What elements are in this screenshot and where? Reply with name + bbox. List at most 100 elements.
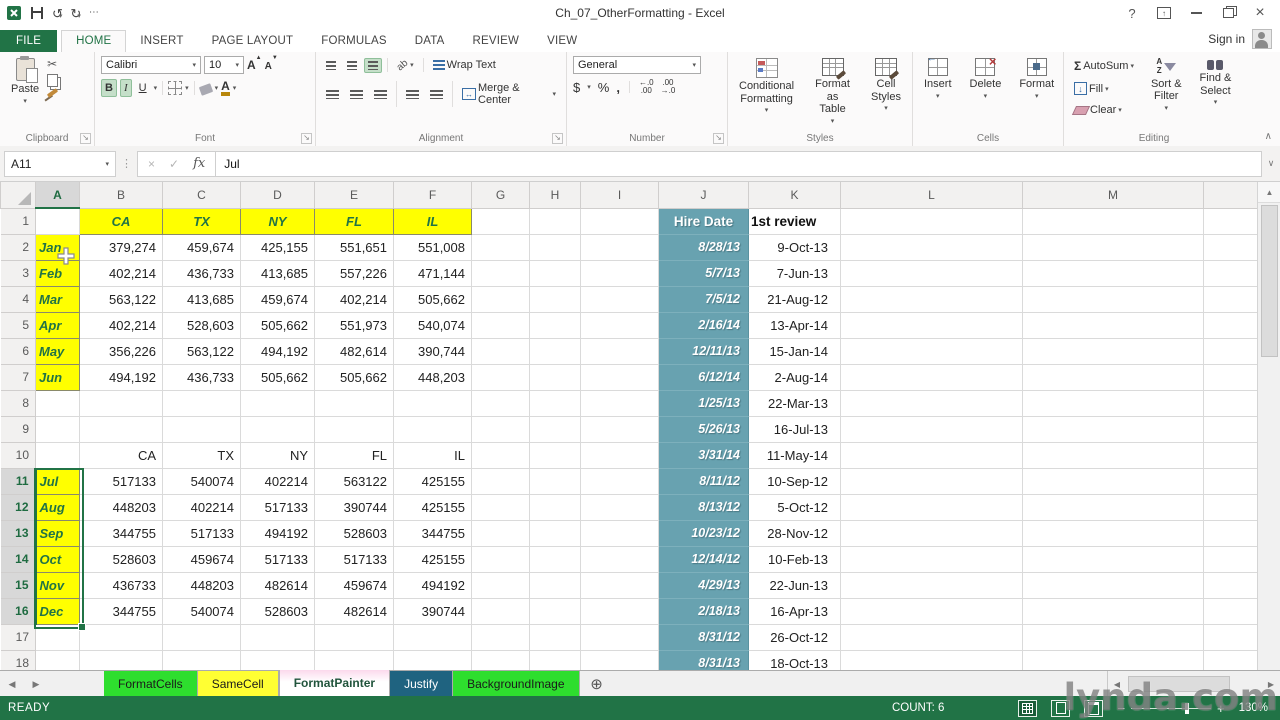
underline-dropdown-icon[interactable]: ▾ [154, 84, 158, 92]
cell-N17[interactable] [1204, 624, 1258, 650]
row-header-14[interactable]: 14 [1, 546, 36, 572]
clear-button[interactable]: Clear▾ [1070, 101, 1138, 119]
scroll-up-icon[interactable]: ▲ [1258, 182, 1280, 203]
cell-M4[interactable] [1023, 286, 1204, 312]
cell-C17[interactable] [163, 624, 241, 650]
cell-D13[interactable]: 494192 [241, 520, 315, 546]
bold-button[interactable]: B [101, 79, 117, 97]
cell-C5[interactable]: 528,603 [163, 312, 241, 338]
cell-L13[interactable] [841, 520, 1023, 546]
cell-I15[interactable] [581, 572, 659, 598]
cell-H10[interactable] [530, 442, 581, 468]
collapse-ribbon-icon[interactable]: ∧ [1265, 131, 1272, 142]
conditional-formatting-button[interactable]: Conditional Formatting▾ [734, 56, 799, 117]
cell-F11[interactable]: 425155 [394, 468, 472, 494]
cell-F12[interactable]: 425155 [394, 494, 472, 520]
cell-G3[interactable] [472, 260, 530, 286]
ribbon-display-options-icon[interactable]: ↑ [1150, 3, 1178, 23]
cell-H17[interactable] [530, 624, 581, 650]
cell-I5[interactable] [581, 312, 659, 338]
cell-C18[interactable] [163, 650, 241, 670]
top-align-button[interactable] [322, 58, 340, 73]
increase-indent-button[interactable] [426, 87, 447, 102]
cell-N4[interactable] [1204, 286, 1258, 312]
cell-K13[interactable]: 28-Nov-12 [749, 520, 841, 546]
align-center-button[interactable] [346, 87, 367, 102]
cell-B16[interactable]: 344755 [80, 598, 163, 624]
cell-C13[interactable]: 517133 [163, 520, 241, 546]
row-header-11[interactable]: 11 [1, 468, 36, 494]
cell-G5[interactable] [472, 312, 530, 338]
column-header-partial[interactable] [1204, 182, 1258, 208]
column-header-K[interactable]: K [749, 182, 841, 208]
cell-E18[interactable] [315, 650, 394, 670]
cell-H13[interactable] [530, 520, 581, 546]
cell-K1[interactable]: 1st review [749, 208, 841, 234]
cell-L2[interactable] [841, 234, 1023, 260]
cell-G17[interactable] [472, 624, 530, 650]
cell-D17[interactable] [241, 624, 315, 650]
cell-N1[interactable] [1204, 208, 1258, 234]
cell-E1[interactable]: FL [315, 208, 394, 234]
cell-D6[interactable]: 494,192 [241, 338, 315, 364]
accounting-format-icon[interactable]: $ [573, 80, 580, 95]
row-header-4[interactable]: 4 [1, 286, 36, 312]
cell-C15[interactable]: 448203 [163, 572, 241, 598]
cut-icon[interactable]: ✂ [47, 58, 61, 70]
cell-G16[interactable] [472, 598, 530, 624]
select-all-corner[interactable] [1, 182, 36, 208]
column-header-G[interactable]: G [472, 182, 530, 208]
cell-D12[interactable]: 517133 [241, 494, 315, 520]
cell-I3[interactable] [581, 260, 659, 286]
cell-C12[interactable]: 402214 [163, 494, 241, 520]
cell-G6[interactable] [472, 338, 530, 364]
cell-B13[interactable]: 344755 [80, 520, 163, 546]
cell-A11[interactable]: Jul [36, 468, 80, 494]
cell-C2[interactable]: 459,674 [163, 234, 241, 260]
cell-C14[interactable]: 459674 [163, 546, 241, 572]
name-box-dropdown-icon[interactable]: ▾ [105, 160, 109, 168]
row-header-2[interactable]: 2 [1, 234, 36, 260]
cell-I9[interactable] [581, 416, 659, 442]
cell-F10[interactable]: IL [394, 442, 472, 468]
cell-F13[interactable]: 344755 [394, 520, 472, 546]
enter-entry-icon[interactable]: ✓ [169, 157, 179, 171]
row-header-10[interactable]: 10 [1, 442, 36, 468]
cell-J10[interactable]: 3/31/14 [659, 442, 749, 468]
cell-J4[interactable]: 7/5/12 [659, 286, 749, 312]
cell-M8[interactable] [1023, 390, 1204, 416]
row-header-8[interactable]: 8 [1, 390, 36, 416]
cell-F9[interactable] [394, 416, 472, 442]
cell-D15[interactable]: 482614 [241, 572, 315, 598]
cell-M17[interactable] [1023, 624, 1204, 650]
cell-H14[interactable] [530, 546, 581, 572]
cell-B6[interactable]: 356,226 [80, 338, 163, 364]
cell-M10[interactable] [1023, 442, 1204, 468]
cell-K18[interactable]: 18-Oct-13 [749, 650, 841, 670]
number-format-combo[interactable]: General▾ [573, 56, 701, 74]
cell-I2[interactable] [581, 234, 659, 260]
cell-K4[interactable]: 21-Aug-12 [749, 286, 841, 312]
cell-E3[interactable]: 557,226 [315, 260, 394, 286]
cell-A17[interactable] [36, 624, 80, 650]
cell-A18[interactable] [36, 650, 80, 670]
row-header-17[interactable]: 17 [1, 624, 36, 650]
cell-F17[interactable] [394, 624, 472, 650]
cell-H1[interactable] [530, 208, 581, 234]
column-header-F[interactable]: F [394, 182, 472, 208]
sheet-tab-justify[interactable]: Justify [390, 671, 453, 697]
cell-B15[interactable]: 436733 [80, 572, 163, 598]
fill-color-dropdown-icon[interactable]: ▾ [215, 84, 219, 92]
fill-button[interactable]: ↓Fill▾ [1070, 79, 1138, 98]
cell-I16[interactable] [581, 598, 659, 624]
cell-J13[interactable]: 10/23/12 [659, 520, 749, 546]
format-painter-icon[interactable] [47, 88, 58, 98]
cell-G2[interactable] [472, 234, 530, 260]
cell-E17[interactable] [315, 624, 394, 650]
cell-G13[interactable] [472, 520, 530, 546]
cell-E2[interactable]: 551,651 [315, 234, 394, 260]
fill-color-icon[interactable] [198, 83, 212, 96]
underline-button[interactable]: U [135, 79, 151, 97]
column-header-M[interactable]: M [1023, 182, 1204, 208]
cell-F8[interactable] [394, 390, 472, 416]
